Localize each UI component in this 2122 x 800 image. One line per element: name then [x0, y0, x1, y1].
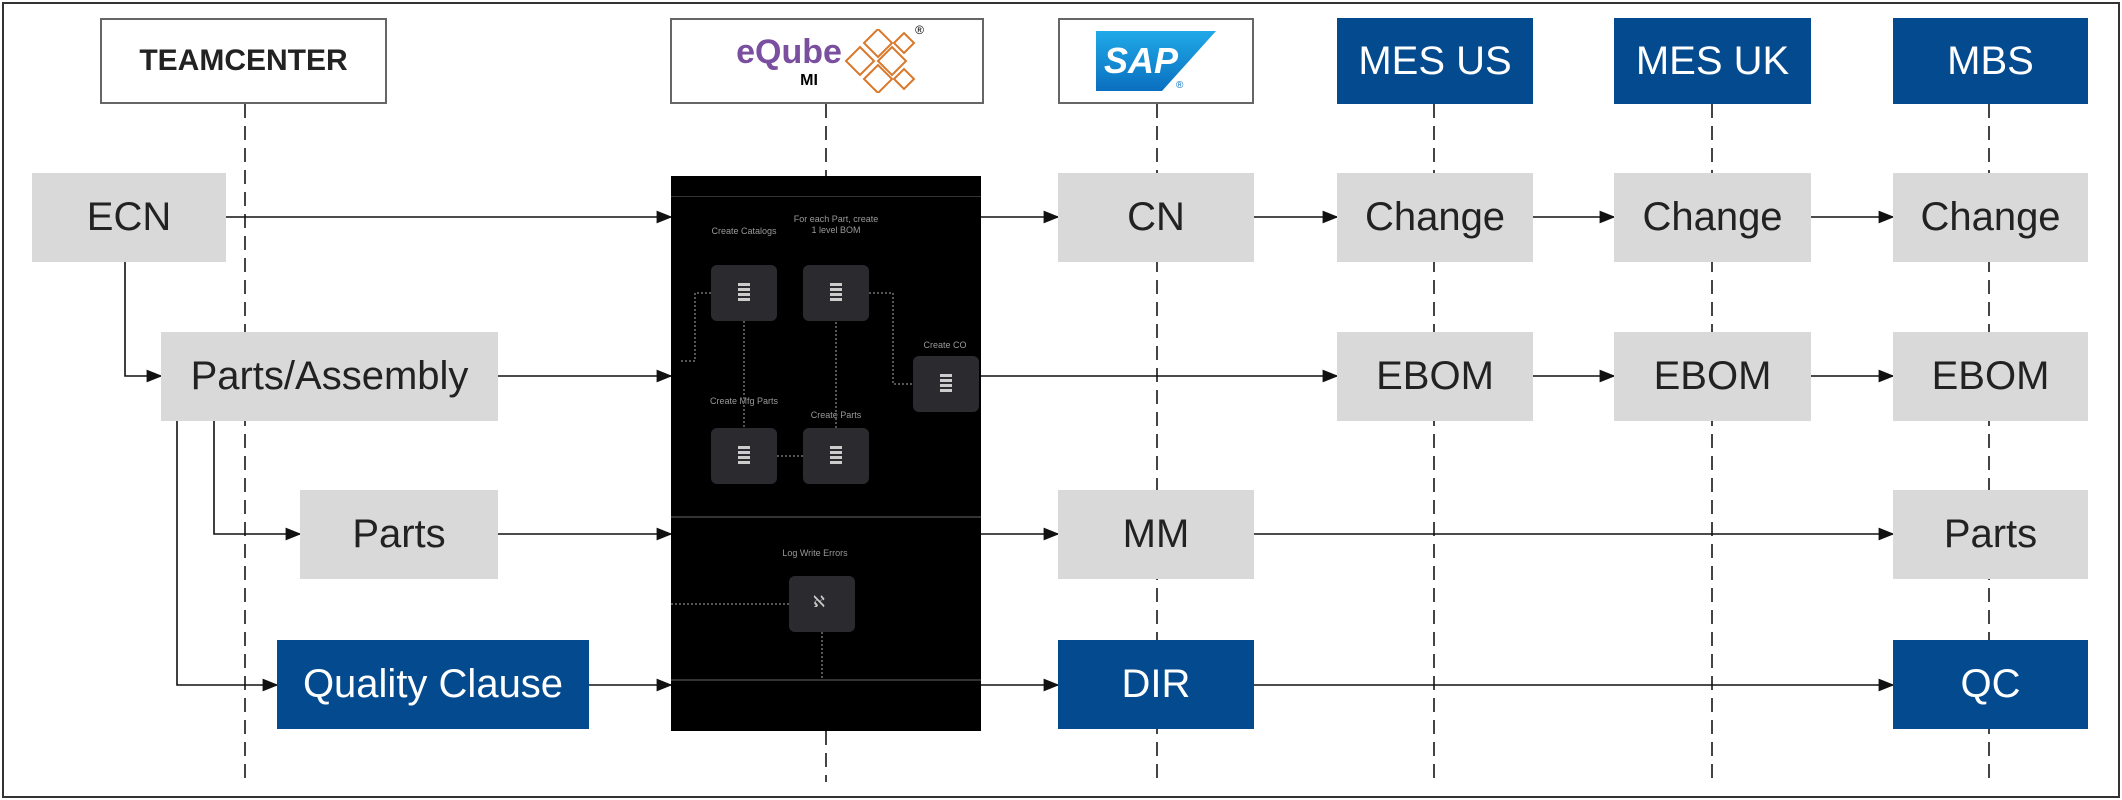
dir-box: DIR	[1058, 640, 1254, 729]
ebom-mes-uk-box: EBOM	[1614, 332, 1811, 421]
mes-us-header: MES US	[1337, 18, 1533, 104]
sap-logo: SAP ®	[1058, 18, 1254, 104]
arrows	[124, 210, 1895, 692]
sap-wordmark: SAP	[1104, 40, 1179, 81]
ecn-box: ECN	[32, 173, 226, 262]
cn-box: CN	[1058, 173, 1254, 262]
mes-uk-header: MES UK	[1614, 18, 1811, 104]
integration-diagram: TEAMCENTER eQube MI ® SAP ® MES US MES U…	[0, 0, 2122, 800]
parts-mbs-box: Parts	[1893, 490, 2088, 579]
registered-mark: ®	[915, 23, 924, 37]
mm-box: MM	[1058, 490, 1254, 579]
eqube-sub: MI	[800, 71, 818, 89]
change-mes-us-box: Change	[1337, 173, 1533, 262]
ebom-mbs-box: EBOM	[1893, 332, 2088, 421]
ebom-mes-us-box: EBOM	[1337, 332, 1533, 421]
parts-assembly-box: Parts/Assembly	[161, 332, 498, 421]
eqube-wordmark: eQube	[736, 32, 842, 71]
eqube-logo: eQube MI ®	[670, 18, 984, 104]
registered-mark: ®	[1176, 80, 1184, 91]
qc-box: QC	[1893, 640, 2088, 729]
teamcenter-header: TEAMCENTER	[100, 18, 387, 104]
change-mbs-box: Change	[1893, 173, 2088, 262]
eqube-workflow-screenshot: Create Catalogs For each Part, create 1 …	[671, 176, 981, 731]
parts-box: Parts	[300, 490, 498, 579]
arrow-assembly-quality	[176, 421, 279, 692]
arrow-ecn-parts-assembly	[124, 261, 163, 383]
change-mes-uk-box: Change	[1614, 173, 1811, 262]
workflow-links	[671, 292, 913, 679]
cube-icon	[844, 29, 916, 93]
mbs-header: MBS	[1893, 18, 2088, 104]
quality-clause-box: Quality Clause	[277, 640, 589, 729]
arrow-assembly-parts	[213, 421, 302, 541]
teamcenter-label: TEAMCENTER	[139, 44, 348, 77]
